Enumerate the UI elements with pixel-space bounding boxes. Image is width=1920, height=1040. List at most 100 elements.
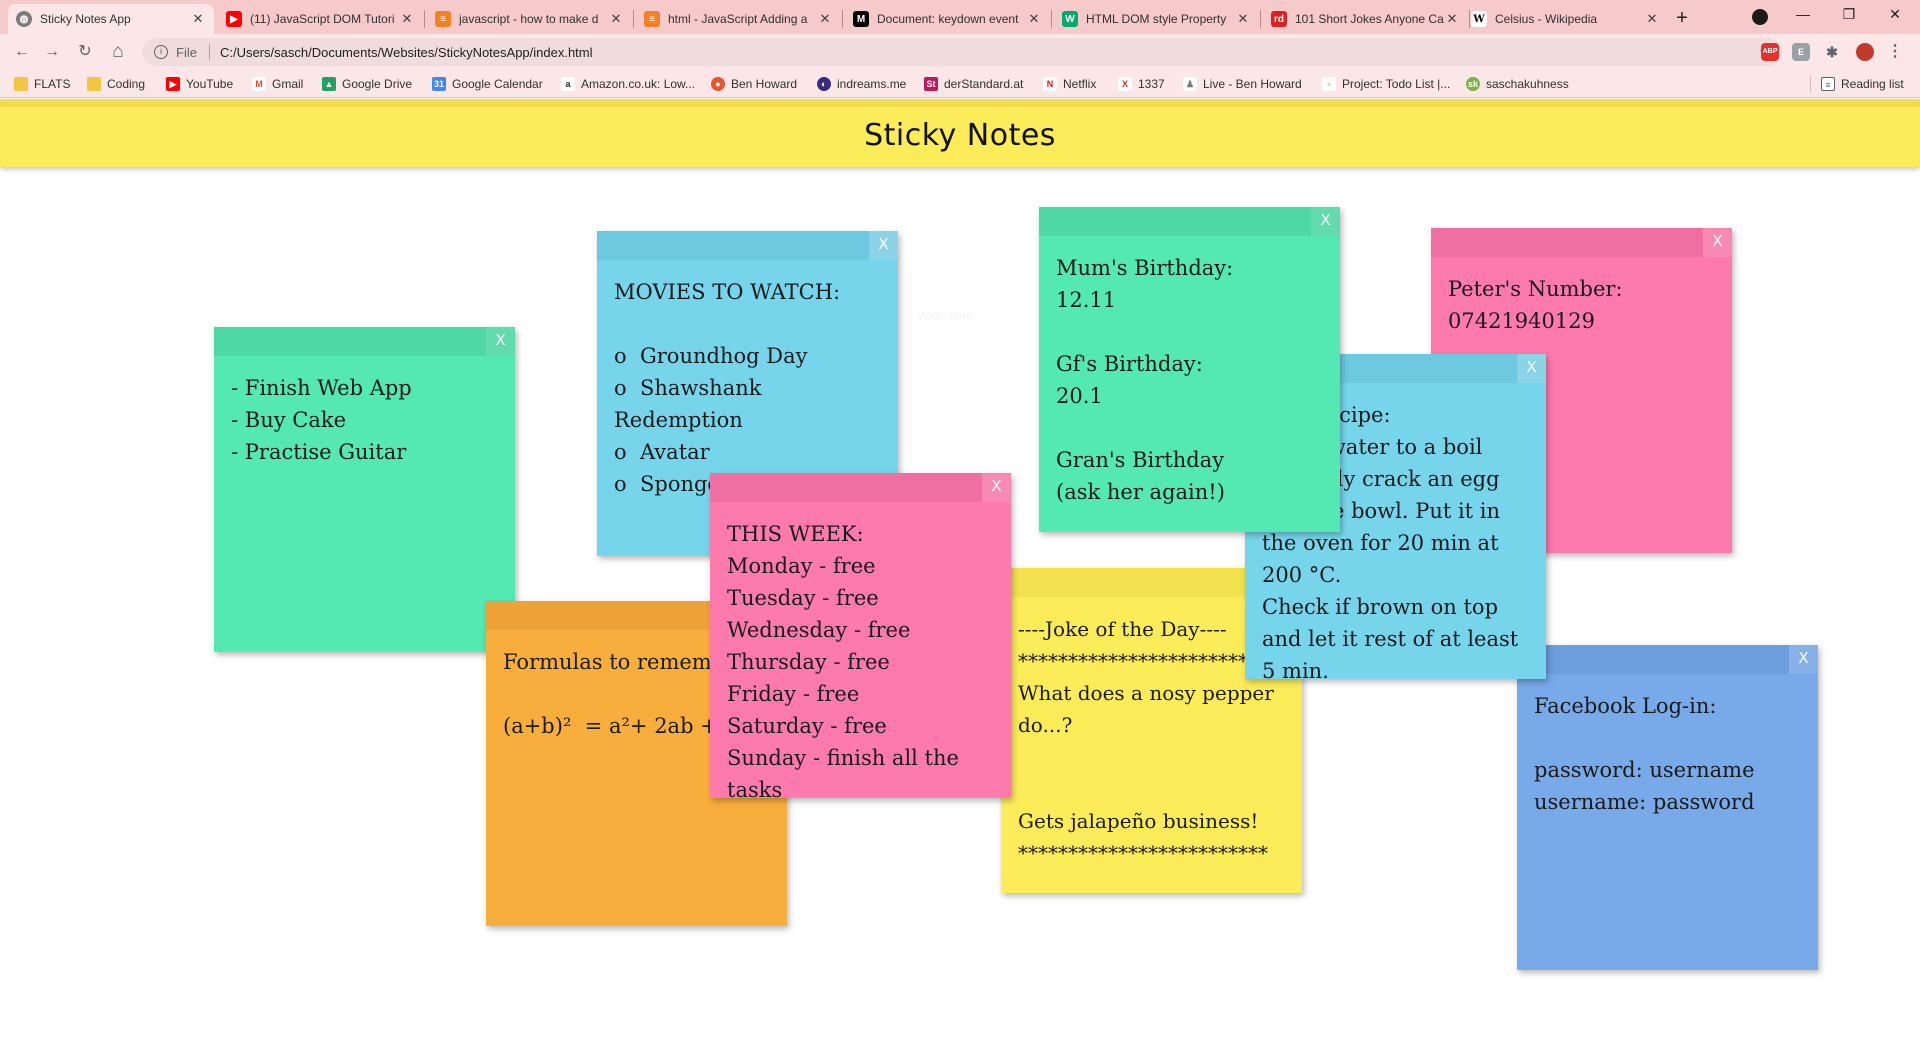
tab-keydown-event[interactable]: M Document: keydown event ✕ [845,4,1050,34]
tab-sticky-notes[interactable]: ◍ Sticky Notes App ✕ [8,4,214,34]
folder-icon [14,77,28,91]
close-icon[interactable]: ✕ [1235,11,1251,27]
forward-button[interactable]: → [40,40,64,64]
derstandard-icon: St [924,77,938,91]
wikipedia-icon: W [1471,11,1487,27]
site-info-icon[interactable]: i [154,45,168,59]
back-button[interactable]: ← [10,40,34,64]
note-drag-bar[interactable]: X [1039,207,1340,236]
minimize-button[interactable]: — [1780,0,1826,30]
bookmark-todo-list[interactable]: ♆ Project: Todo List |... [1322,75,1450,93]
note-close-button[interactable]: X [869,231,898,260]
stackoverflow-icon: ≡ [435,11,451,27]
bookmark-coding[interactable]: Coding [87,75,145,93]
bookmark-google-calendar[interactable]: 31 Google Calendar [432,75,543,93]
note-close-button[interactable]: X [486,327,515,356]
bookmark-derstandard[interactable]: St derStandard.at [924,75,1023,93]
browser-toolbar: ← → ↻ ⌂ i File C:/Users/sasch/Documents/… [0,34,1920,70]
close-icon[interactable]: ✕ [190,11,206,27]
bookmark-label: Gmail [272,77,304,91]
window-close-button[interactable]: ✕ [1872,0,1918,30]
close-icon[interactable]: ✕ [1026,11,1042,27]
reading-list-label: Reading list [1841,77,1904,91]
bookmark-saschakuhness[interactable]: sk saschakuhness [1466,75,1569,93]
bookmark-label: derStandard.at [944,77,1024,91]
close-icon[interactable]: ✕ [1444,11,1460,27]
reading-list-icon: ≡ [1821,77,1835,91]
note-text[interactable]: Peter's Number: 07421940129 [1431,257,1732,353]
tab-title: HTML DOM style Property [1086,12,1227,26]
adblock-icon[interactable]: ABP [1761,43,1779,61]
tab-separator [1260,10,1261,28]
new-tab-button[interactable]: + [1668,4,1696,32]
note-close-button[interactable]: X [1703,228,1732,257]
bookmark-label: Coding [107,77,146,91]
tab-title: Document: keydown event [877,12,1019,26]
bookmark-ben-howard[interactable]: ● Ben Howard [711,75,797,93]
bookmark-label: indreams.me [837,77,907,91]
tab-search-icon[interactable] [1752,9,1768,25]
reading-list[interactable]: ≡ Reading list [1810,75,1904,93]
tab-title: javascript - how to make d [459,12,599,26]
note-text[interactable]: - Finish Web App - Buy Cake - Practise G… [214,356,515,484]
netflix-icon: N [1043,77,1057,91]
bookmark-label: FLATS [34,77,71,91]
note-close-button[interactable]: X [1789,645,1818,674]
address-bar[interactable]: i File C:/Users/sasch/Documents/Websites… [142,38,1782,66]
page-title: Sticky Notes [864,118,1056,153]
tab-dom-style[interactable]: W HTML DOM style Property ✕ [1054,4,1259,34]
reload-button[interactable]: ↻ [73,40,97,64]
extension-icon[interactable]: E [1792,43,1810,61]
url-text[interactable]: C:/Users/sasch/Documents/Websites/Sticky… [220,45,593,60]
note-drag-bar[interactable]: X [1517,645,1818,674]
rd-icon: rd [1271,11,1287,27]
close-icon[interactable]: ✕ [1644,11,1660,27]
tab-stackoverflow-2[interactable]: ≡ html - JavaScript Adding a ✕ [636,4,841,34]
bookmark-amazon[interactable]: a Amazon.co.uk: Low... [561,75,695,93]
note-close-button[interactable]: X [1517,354,1546,383]
home-button[interactable]: ⌂ [106,40,130,64]
tab-js-dom-tutorial[interactable]: ▶ (11) JavaScript DOM Tutori ✕ [218,4,423,34]
bookmark-flats[interactable]: FLATS [14,75,70,93]
close-icon[interactable]: ✕ [608,11,624,27]
sticky-note[interactable]: X THIS WEEK: Monday - free Tuesday - fre… [710,473,1011,802]
note-text[interactable]: THIS WEEK: Monday - free Tuesday - free … [710,502,1011,822]
tab-short-jokes[interactable]: rd 101 Short Jokes Anyone Ca ✕ [1263,4,1468,34]
menu-icon[interactable]: ⋮ [1886,43,1904,61]
note-drag-bar[interactable]: X [597,231,898,260]
w3schools-icon: W [1062,11,1078,27]
tab-strip: ◍ Sticky Notes App ✕ ▶ (11) JavaScript D… [0,0,1920,34]
sticky-note[interactable]: X Facebook Log-in: password: username us… [1517,645,1818,970]
sticky-note[interactable]: X Mum's Birthday: 12.11 Gf's Birthday: 2… [1039,207,1340,532]
tab-title: Celsius - Wikipedia [1495,12,1598,26]
note-drag-bar[interactable]: X [214,327,515,356]
tab-celsius-wikipedia[interactable]: W Celsius - Wikipedia ✕ [1463,4,1668,34]
bookmark-google-drive[interactable]: ▲ Google Drive [322,75,412,93]
note-close-button[interactable]: X [1311,207,1340,236]
tab-stackoverflow-1[interactable]: ≡ javascript - how to make d ✕ [427,4,632,34]
gmail-icon: M [252,77,266,91]
bookmark-1337[interactable]: X 1337 [1118,75,1165,93]
note-drag-bar[interactable]: X [710,473,1011,502]
note-drag-bar[interactable]: X [1431,228,1732,257]
bookmark-gmail[interactable]: M Gmail [252,75,303,93]
puzzle-icon[interactable]: ✱ [1823,43,1841,61]
bookmark-label: Netflix [1063,77,1097,91]
close-icon[interactable]: ✕ [399,11,415,27]
page-content: Sticky Notes Write here X - Finish Web A… [0,99,1920,1040]
bookmark-indreams[interactable]: ◐ indreams.me [817,75,906,93]
bookmark-live-ben-howard[interactable]: ♟ Live - Ben Howard [1183,75,1302,93]
calendar-icon: 31 [432,77,446,91]
bookmark-label: Ben Howard [731,77,798,91]
note-text[interactable]: Mum's Birthday: 12.11 Gf's Birthday: 20.… [1039,236,1340,524]
restore-button[interactable]: ❐ [1826,0,1872,30]
bookmark-youtube[interactable]: ▶ YouTube [166,75,233,93]
youtube-icon: ▶ [166,77,180,91]
profile-avatar-icon[interactable] [1856,43,1874,61]
note-close-button[interactable]: X [982,473,1011,502]
note-text[interactable]: Facebook Log-in: password: username user… [1517,674,1818,834]
close-icon[interactable]: ✕ [817,11,833,27]
tab-separator [1051,10,1052,28]
bookmark-netflix[interactable]: N Netflix [1043,75,1096,93]
sticky-note[interactable]: X - Finish Web App - Buy Cake - Practise… [214,327,515,652]
